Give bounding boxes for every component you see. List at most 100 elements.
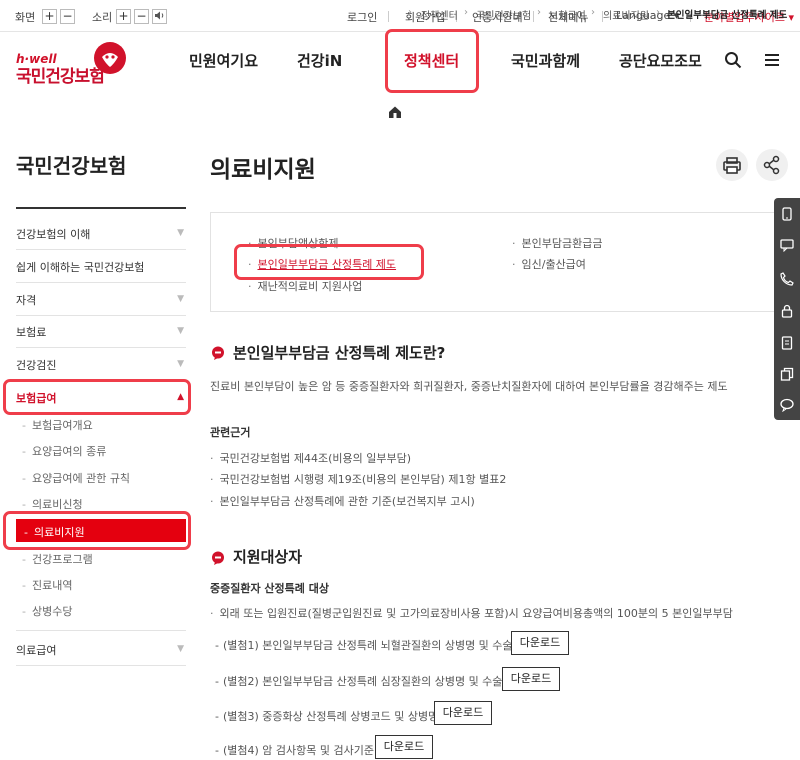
gnb-civil-service[interactable]: 민원여기요 <box>189 50 258 71</box>
basis-item-text: 국민건강보험법 제44조(비용의 일부부담) <box>219 452 412 465</box>
sub-link-label: 임신/출산급여 <box>521 258 586 271</box>
breadcrumb-item[interactable]: 의료비지원 <box>603 7 649 22</box>
attachment-item: - (별첨3) 중증화상 산정특례 상병코드 및 상병명 <box>215 708 438 724</box>
home-icon[interactable] <box>388 105 402 119</box>
sidebar-subitem-label: 상병수당 <box>31 605 73 618</box>
target-description-text: 외래 또는 입원진료(질병군입원진료 및 고가의료장비사용 포함)시 요양급여비… <box>219 607 733 620</box>
sidebar-item-medical-aid[interactable]: 의료급여 ▼ <box>16 642 186 658</box>
sound-up-button[interactable]: + <box>116 9 131 24</box>
gnb-health-in[interactable]: 건강iN <box>297 50 342 71</box>
util-divider <box>533 11 534 22</box>
lock-icon[interactable] <box>780 304 794 318</box>
basis-item: · 국민건강보험법 제44조(비용의 일부부담) <box>210 450 411 466</box>
gnb-corporation[interactable]: 공단요모조모 <box>619 50 702 71</box>
bullet-icon: · <box>248 280 252 293</box>
policy-center-highlight <box>385 29 479 93</box>
attachment-item: - (별첨2) 본인일부부담금 산정특례 심장질환의 상병명 및 수술명 <box>215 673 513 689</box>
sidebar-divider <box>16 249 186 250</box>
sidebar-title: 국민건강보험 <box>16 154 127 178</box>
speaker-icon[interactable] <box>152 9 167 24</box>
download-button[interactable]: 다운로드 <box>375 735 433 759</box>
sidebar-divider <box>16 347 186 348</box>
sub-link-highlight <box>234 244 424 280</box>
print-icon <box>723 157 741 174</box>
bullet-icon: · <box>512 237 516 250</box>
dash-icon: - <box>215 744 219 757</box>
sidebar-subitem-label: 의료비신청 <box>31 498 83 511</box>
sub-link[interactable]: · 재난적의료비 지원사업 <box>248 278 362 294</box>
dash-icon: - <box>22 605 26 618</box>
download-button[interactable]: 다운로드 <box>502 667 560 691</box>
sidebar-divider <box>16 315 186 316</box>
login-link[interactable]: 로그인 <box>347 9 377 25</box>
gnb-with-public[interactable]: 국민과함께 <box>511 50 580 71</box>
logo[interactable]: 국민건강보험 <box>16 62 105 87</box>
sidebar-subitem[interactable]: - 요양급여의 종류 <box>22 443 106 459</box>
breadcrumb-separator: › <box>537 7 541 18</box>
sidebar-subitem[interactable]: - 건강프로그램 <box>22 551 93 567</box>
sidebar-item-checkup[interactable]: 건강검진 ▼ <box>16 357 186 373</box>
breadcrumb-item[interactable]: 보험급여 <box>549 7 586 22</box>
sidebar-subitem[interactable]: - 의료비신청 <box>22 496 83 512</box>
basis-title: 관련근거 <box>210 426 251 439</box>
attachment-label: (별첨1) 본인일부부담금 산정특례 뇌혈관질환의 상병명 및 수술명 <box>222 639 523 652</box>
attachment-label: (별첨2) 본인일부부담금 산정특례 심장질환의 상병명 및 수술명 <box>222 675 513 688</box>
sidebar-subitem[interactable]: - 상병수당 <box>22 603 72 619</box>
sub-link[interactable]: · 임신/출산급여 <box>512 256 586 272</box>
print-button[interactable] <box>716 149 748 181</box>
chevron-down-icon: ▼ <box>177 359 184 369</box>
screen-zoom-out-button[interactable]: − <box>60 9 75 24</box>
phone-icon[interactable] <box>780 272 794 286</box>
share-button[interactable] <box>756 149 788 181</box>
section-title: 본인일부부담금 산정특례 제도란? <box>233 344 446 362</box>
sidebar-divider <box>16 665 186 666</box>
download-button[interactable]: 다운로드 <box>511 631 569 655</box>
bullet-icon: · <box>210 495 214 508</box>
chevron-down-icon: ▼ <box>177 228 184 238</box>
download-button[interactable]: 다운로드 <box>434 701 492 725</box>
sidebar-item-label: 건강검진 <box>16 359 57 372</box>
sidebar-divider <box>16 282 186 283</box>
copy-icon[interactable] <box>780 367 794 381</box>
screen-size-label: 화면 <box>15 11 36 24</box>
dash-icon: - <box>215 710 219 723</box>
attachment-label: (별첨3) 중증화상 산정특례 상병코드 및 상병명 <box>222 710 439 723</box>
sidebar-item-label: 의료급여 <box>16 644 57 657</box>
bullet-icon: · <box>210 607 214 620</box>
speech-bubble-icon <box>212 346 224 360</box>
chevron-down-icon: ▼ <box>177 294 184 304</box>
sidebar-subitem[interactable]: - 보험급여개요 <box>22 417 93 433</box>
search-icon[interactable] <box>724 51 742 69</box>
sound-down-button[interactable]: − <box>134 9 149 24</box>
sidebar-divider <box>16 207 186 209</box>
sidebar-subitem[interactable]: - 진료내역 <box>22 577 72 593</box>
dash-icon: - <box>22 472 26 485</box>
sidebar-item-qualification[interactable]: 자격 ▼ <box>16 292 186 308</box>
sidebar-subitem-label: 보험급여개요 <box>31 419 93 432</box>
chevron-down-icon: ▼ <box>177 326 184 336</box>
breadcrumb-item[interactable]: 국민건강보험 <box>476 7 531 22</box>
speech-bubble-icon[interactable] <box>780 398 794 412</box>
bullet-icon: · <box>512 258 516 271</box>
sidebar-subitem[interactable]: - 요양급여에 관한 규칙 <box>22 470 130 486</box>
menu-icon[interactable] <box>764 52 780 68</box>
logo-mark-icon <box>94 42 126 74</box>
mobile-icon[interactable] <box>780 207 794 221</box>
sound-label: 소리 <box>92 11 113 24</box>
dash-icon: - <box>215 639 219 652</box>
breadcrumb-separator: › <box>408 7 412 18</box>
screen-zoom-in-button[interactable]: + <box>42 9 57 24</box>
breadcrumb-separator: › <box>591 7 595 18</box>
sidebar-item-premium[interactable]: 보험료 ▼ <box>16 324 186 340</box>
document-icon[interactable] <box>780 336 794 350</box>
sidebar-item-understanding[interactable]: 건강보험의 이해 ▼ <box>16 226 186 242</box>
sub-link[interactable]: · 본인부담금환급금 <box>512 235 602 251</box>
chevron-down-icon: ▼ <box>177 644 184 654</box>
sidebar-item-easy-guide[interactable]: 쉽게 이해하는 국민건강보험 <box>16 259 186 275</box>
sidebar-item-label: 자격 <box>16 294 37 307</box>
sub-link-label: 본인부담금환급금 <box>521 237 603 250</box>
medical-support-highlight <box>3 511 191 550</box>
section-title: 지원대상자 <box>233 548 303 566</box>
chat-icon[interactable] <box>780 238 794 252</box>
breadcrumb-item[interactable]: 정책센터 <box>421 7 458 22</box>
